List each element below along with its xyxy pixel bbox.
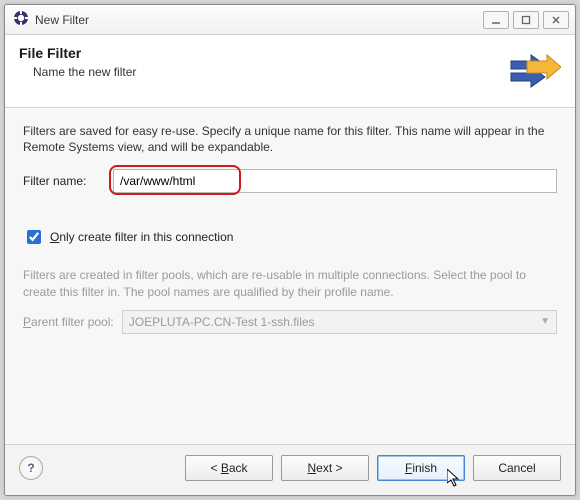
pool-description: Filters are created in filter pools, whi… — [23, 267, 557, 299]
filter-name-label: Filter name: — [23, 174, 103, 188]
parent-pool-row: Parent filter pool: JOEPLUTA-PC.CN-Test … — [23, 310, 557, 334]
finish-button[interactable]: Finish — [377, 455, 465, 481]
next-button[interactable]: Next > — [281, 455, 369, 481]
banner-heading: File Filter — [19, 45, 505, 61]
intro-text: Filters are saved for easy re-use. Speci… — [23, 123, 557, 155]
banner-subtitle: Name the new filter — [33, 65, 505, 79]
only-connection-row: Only create filter in this connection — [23, 227, 557, 247]
dialog-window: New Filter File Filter Name the new filt… — [4, 4, 576, 496]
filter-name-input[interactable] — [113, 169, 557, 193]
app-icon — [13, 10, 29, 29]
minimize-button[interactable] — [483, 11, 509, 29]
dialog-banner: File Filter Name the new filter — [5, 35, 575, 108]
help-button[interactable]: ? — [19, 456, 43, 480]
title-bar: New Filter — [5, 5, 575, 35]
back-button[interactable]: < Back — [185, 455, 273, 481]
dialog-footer: ? < Back Next > Finish Cancel — [5, 444, 575, 495]
close-button[interactable] — [543, 11, 569, 29]
parent-pool-label: Parent filter pool: — [23, 315, 114, 329]
wizard-arrows-icon — [505, 45, 561, 93]
only-connection-label[interactable]: Only create filter in this connection — [50, 230, 233, 244]
cancel-button[interactable]: Cancel — [473, 455, 561, 481]
window-title: New Filter — [35, 13, 89, 27]
button-row: < Back Next > Finish Cancel — [185, 455, 561, 481]
dialog-content: Filters are saved for easy re-use. Speci… — [5, 108, 575, 444]
parent-pool-select: JOEPLUTA-PC.CN-Test 1-ssh.files ▼ — [122, 310, 557, 334]
maximize-button[interactable] — [513, 11, 539, 29]
only-connection-checkbox[interactable] — [27, 230, 41, 244]
chevron-down-icon: ▼ — [540, 316, 550, 327]
window-controls — [483, 11, 569, 29]
filter-name-row: Filter name: — [23, 169, 557, 193]
parent-pool-value: JOEPLUTA-PC.CN-Test 1-ssh.files — [129, 315, 315, 329]
